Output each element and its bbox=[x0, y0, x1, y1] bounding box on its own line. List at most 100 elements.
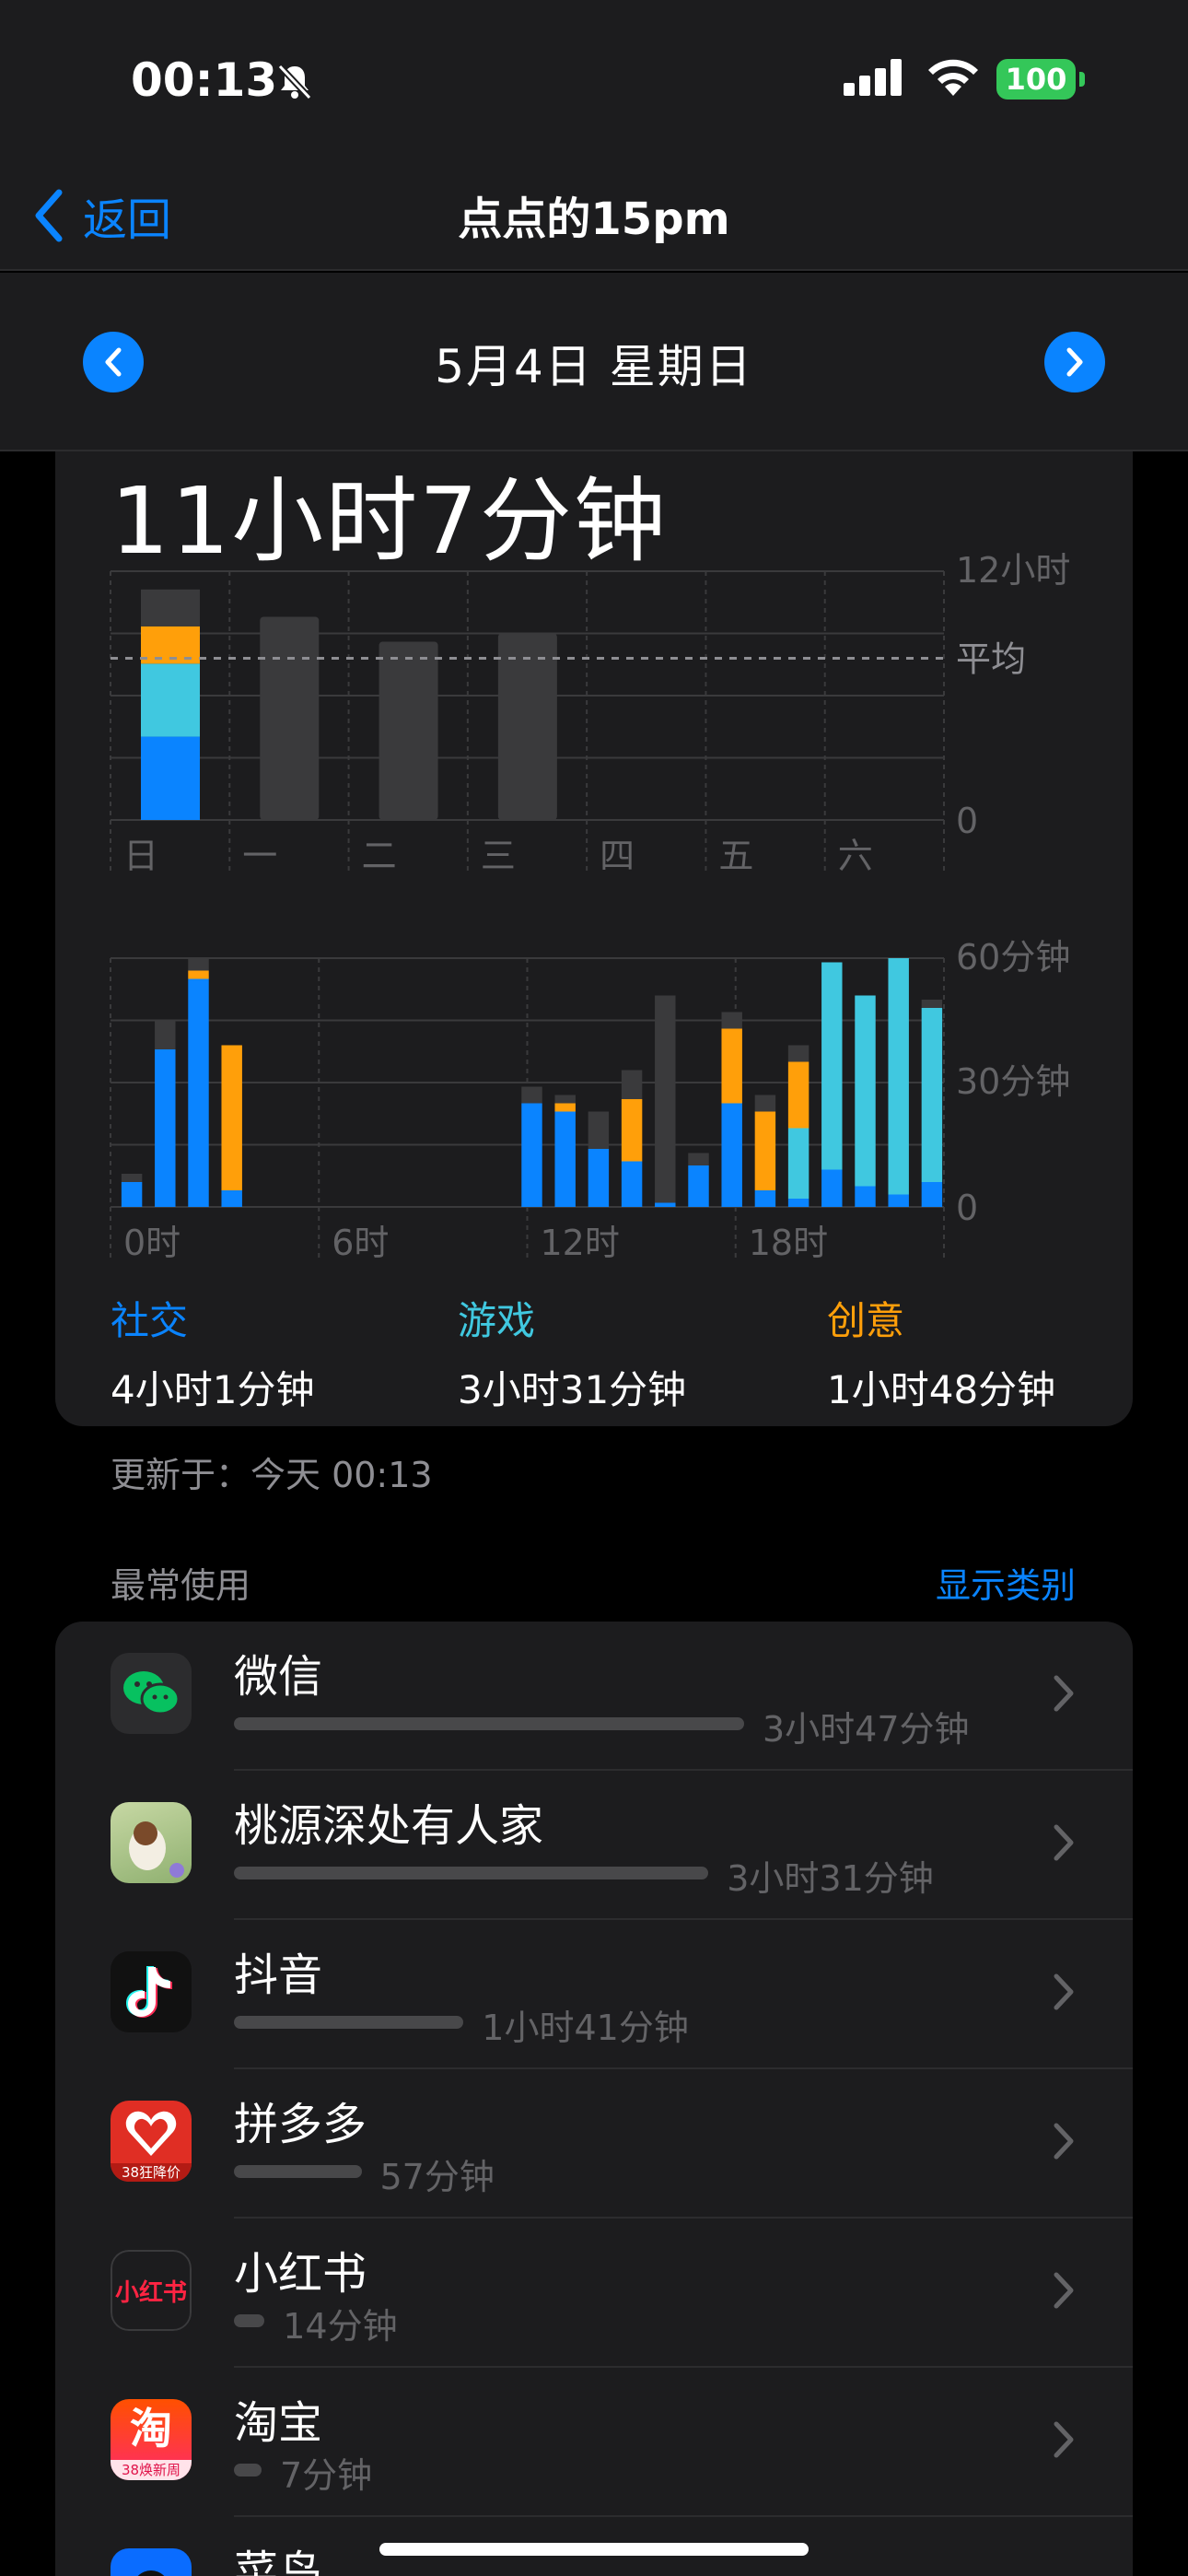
chevron-right-icon bbox=[1054, 1973, 1074, 2010]
hour-bar-social bbox=[721, 1103, 742, 1207]
app-usage-bar bbox=[234, 2314, 265, 2327]
hour-bar-social bbox=[188, 978, 209, 1207]
hour-bar-games bbox=[888, 958, 909, 1195]
hour-y-zero-label: 0 bbox=[956, 1188, 978, 1228]
hour-bar-other bbox=[655, 995, 676, 1203]
updated-timestamp: 更新于：今天 00:13 bbox=[111, 1455, 433, 1495]
hour-axis-label: 18时 bbox=[749, 1223, 828, 1263]
hour-bar-social bbox=[621, 1161, 643, 1207]
screen-time-card: 11小时7分钟 日一二三四五六 12小时 平均 0 0时 6时 12时 18时 60分钟 30分… bbox=[55, 451, 1133, 1426]
hour-bar-creativity bbox=[188, 970, 209, 979]
hour-bar-social bbox=[521, 1103, 542, 1207]
app-usage-bar bbox=[234, 1867, 709, 1879]
hour-bar-social bbox=[888, 1194, 909, 1207]
app-row[interactable]: 微信 3小时47分钟 bbox=[55, 1622, 1133, 1771]
chevron-right-icon bbox=[1054, 2421, 1074, 2458]
hour-axis-label: 0时 bbox=[123, 1223, 181, 1263]
douyin-icon bbox=[111, 1951, 192, 2032]
hour-bar-creativity bbox=[787, 1061, 809, 1129]
chevron-right-icon bbox=[1066, 347, 1083, 377]
hourly-usage-chart[interactable]: 0时 6时 12时 18时 60分钟 30分钟 0 bbox=[55, 451, 1133, 1290]
cainiao-icon bbox=[111, 2548, 192, 2576]
app-row[interactable]: 小红书 小红书 14分钟 bbox=[55, 2219, 1133, 2368]
app-name: 抖音 bbox=[234, 1950, 323, 2001]
app-name: 淘宝 bbox=[234, 2397, 323, 2449]
app-usage-bar bbox=[234, 1717, 744, 1730]
category-social: 社交 4小时1分钟 bbox=[111, 1290, 314, 1415]
hour-bar-creativity bbox=[554, 1103, 576, 1112]
hour-bar-social bbox=[221, 1190, 242, 1207]
app-usage-time: 7分钟 bbox=[280, 2455, 373, 2496]
app-usage-time: 3小时47分钟 bbox=[763, 1709, 970, 1750]
wechat-icon bbox=[111, 1653, 192, 1734]
hour-bar-other bbox=[155, 1020, 176, 1049]
app-row[interactable]: 桃源深处有人家 3小时31分钟 bbox=[55, 1771, 1133, 1920]
category-name: 创意 bbox=[827, 1298, 905, 1343]
app-row[interactable]: 38狂降价 拼多多 57分钟 bbox=[55, 2069, 1133, 2219]
show-categories-button[interactable]: 显示类别 bbox=[936, 1557, 1076, 1608]
hour-axis-label: 6时 bbox=[332, 1223, 389, 1263]
date-label: 5月4日 星期日 bbox=[435, 340, 753, 393]
chevron-right-icon bbox=[1054, 2123, 1074, 2160]
hour-bar-other bbox=[121, 1174, 143, 1182]
hour-bar-other bbox=[521, 1086, 542, 1104]
next-day-button[interactable] bbox=[1044, 332, 1105, 392]
battery-indicator: 100 bbox=[996, 59, 1076, 100]
taoyuan-game-icon bbox=[111, 1802, 192, 1883]
hour-bar-creativity bbox=[754, 1111, 776, 1190]
app-name: 桃源深处有人家 bbox=[234, 1800, 544, 1852]
hour-bar-games bbox=[821, 962, 843, 1170]
app-name: 微信 bbox=[234, 1651, 323, 1703]
hour-axis-label: 12时 bbox=[541, 1223, 620, 1263]
category-creativity: 创意 1小时48分钟 bbox=[827, 1290, 1055, 1415]
hour-bar-games bbox=[855, 995, 876, 1187]
xiaohongshu-logo-text: 小红书 bbox=[111, 2250, 192, 2331]
hour-bar-social bbox=[554, 1111, 576, 1207]
hour-bar-other bbox=[721, 1012, 742, 1029]
status-bar: 00:13 100 bbox=[0, 0, 1188, 166]
hour-bar-social bbox=[655, 1202, 676, 1207]
hour-bar-social bbox=[921, 1182, 943, 1207]
hour-bar-social bbox=[787, 1199, 809, 1207]
hour-bar-social bbox=[588, 1149, 610, 1207]
hour-bar-other bbox=[188, 958, 209, 971]
date-selector: 5月4日 星期日 bbox=[0, 273, 1188, 451]
hour-bar-other bbox=[688, 1153, 709, 1165]
app-name: 拼多多 bbox=[234, 2099, 367, 2150]
battery-tip bbox=[1079, 72, 1085, 87]
app-usage-bar bbox=[234, 2464, 262, 2476]
xiaohongshu-icon: 小红书 bbox=[111, 2250, 192, 2331]
category-name: 游戏 bbox=[458, 1298, 536, 1343]
hour-bar-social bbox=[121, 1182, 143, 1207]
pinduoduo-badge-text: 38狂降价 bbox=[111, 2163, 192, 2182]
app-row[interactable]: 抖音 1小时41分钟 bbox=[55, 1920, 1133, 2069]
bell-muted-icon bbox=[277, 64, 312, 100]
category-value: 3小时31分钟 bbox=[458, 1367, 687, 1412]
app-row[interactable]: 淘 38焕新周 淘宝 7分钟 bbox=[55, 2368, 1133, 2517]
taobao-icon: 淘 38焕新周 bbox=[111, 2399, 192, 2480]
most-used-app-list: 微信 3小时47分钟桃源深处有人家 3小时31分钟抖音 1小时41分钟 38狂降价 拼多多… bbox=[55, 1622, 1133, 2576]
app-usage-time: 14分钟 bbox=[283, 2306, 398, 2347]
hour-bar-social bbox=[155, 1049, 176, 1207]
category-value: 4小时1分钟 bbox=[111, 1367, 315, 1412]
hour-bar-social bbox=[821, 1169, 843, 1207]
category-name: 社交 bbox=[111, 1298, 189, 1343]
app-usage-time: 1小时41分钟 bbox=[482, 2008, 689, 2048]
chevron-right-icon bbox=[1054, 1675, 1074, 1712]
status-time: 00:13 bbox=[131, 53, 278, 107]
pinduoduo-icon: 38狂降价 bbox=[111, 2101, 192, 2182]
hour-bar-other bbox=[621, 1070, 643, 1099]
cellular-signal-icon bbox=[844, 59, 902, 96]
hour-bar-social bbox=[754, 1190, 776, 1207]
page-title: 点点的15pm bbox=[458, 193, 730, 245]
taobao-logo-text: 淘 bbox=[130, 2404, 172, 2453]
home-indicator[interactable] bbox=[379, 2543, 809, 2556]
chevron-right-icon bbox=[1054, 1824, 1074, 1861]
hour-y-max-label: 60分钟 bbox=[956, 937, 1070, 978]
category-summary: 社交 4小时1分钟 游戏 3小时31分钟 创意 1小时48分钟 bbox=[111, 1290, 1133, 1419]
hour-y-mid-label: 30分钟 bbox=[956, 1061, 1070, 1102]
taobao-badge-text: 38焕新周 bbox=[111, 2460, 192, 2480]
hour-bar-other bbox=[921, 1000, 943, 1008]
hour-bar-other bbox=[554, 1095, 576, 1104]
hour-bar-creativity bbox=[621, 1099, 643, 1162]
